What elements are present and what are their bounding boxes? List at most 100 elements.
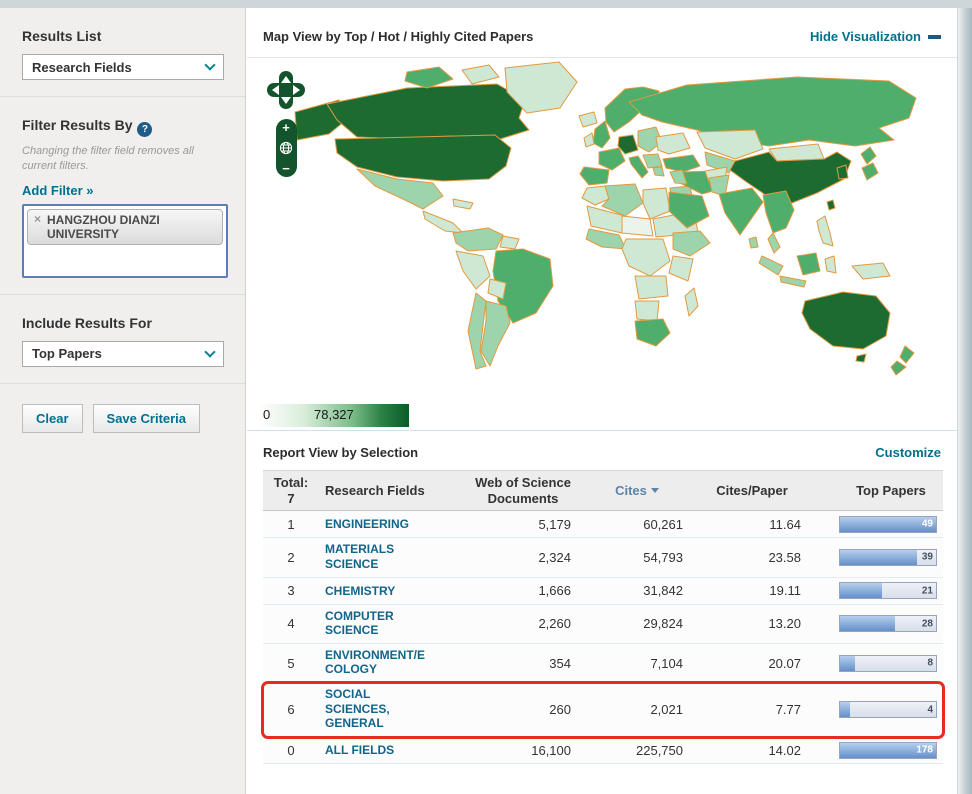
- hide-visualization-link[interactable]: Hide Visualization: [810, 29, 941, 44]
- window-top-strip: [0, 0, 972, 8]
- results-list-selected-value: Research Fields: [32, 60, 132, 75]
- table-row: 0 ALL FIELDS 16,100 225,750 14.02 178: [263, 737, 943, 764]
- field-cell: ENVIRONMENT/ECOLOGY: [319, 648, 465, 678]
- rank-cell: 1: [263, 517, 319, 532]
- table-row-highlighted: 6 SOCIAL SCIENCES, GENERAL 260 2,021 7.7…: [263, 683, 943, 737]
- filter-chip[interactable]: × HANGZHOU DIANZI UNIVERSITY: [27, 209, 223, 245]
- bar-fill: [840, 616, 895, 631]
- cites-per-paper-cell: 11.64: [693, 517, 811, 532]
- filter-chip-label: HANGZHOU DIANZI UNIVERSITY: [47, 213, 216, 241]
- bar-fill: [840, 702, 850, 717]
- top-papers-bar: 49: [839, 516, 937, 533]
- top-papers-bar: 28: [839, 615, 937, 632]
- top-papers-bar: 39: [839, 549, 937, 566]
- research-field-link[interactable]: SOCIAL SCIENCES, GENERAL: [325, 687, 427, 730]
- wos-documents-cell: 1,666: [465, 583, 581, 598]
- rank-cell: 6: [263, 702, 319, 717]
- map-controls: + −: [267, 70, 305, 177]
- cites-per-paper-cell: 23.58: [693, 550, 811, 565]
- cites-per-paper-cell: 20.07: [693, 656, 811, 671]
- legend-max-value: 78,327: [314, 407, 354, 422]
- table-row: 1 ENGINEERING 5,179 60,261 11.64 49: [263, 511, 943, 538]
- map-title: Map View by Top / Hot / Highly Cited Pap…: [263, 29, 533, 44]
- report-title: Report View by Selection: [263, 445, 418, 460]
- field-cell: ENGINEERING: [319, 515, 465, 533]
- report-table: Total: 7 Research Fields Web of Science …: [263, 470, 943, 764]
- research-field-link[interactable]: ENGINEERING: [325, 517, 409, 531]
- research-field-link[interactable]: CHEMISTRY: [325, 584, 395, 598]
- table-header-row: Total: 7 Research Fields Web of Science …: [263, 470, 943, 511]
- results-list-section: Results List Research Fields: [0, 8, 245, 96]
- report-header: Report View by Selection Customize: [247, 431, 957, 470]
- top-papers-value: 49: [922, 519, 933, 530]
- column-header-research-fields: Research Fields: [319, 479, 465, 503]
- top-papers-value: 21: [922, 585, 933, 596]
- top-papers-value: 178: [916, 745, 933, 756]
- include-results-title: Include Results For: [22, 315, 225, 331]
- top-papers-value: 4: [927, 704, 933, 715]
- zoom-out-button[interactable]: −: [282, 162, 290, 175]
- research-field-link[interactable]: MATERIALS SCIENCE: [325, 542, 427, 571]
- globe-icon[interactable]: [279, 141, 293, 155]
- top-papers-cell: 21: [839, 582, 943, 599]
- zoom-in-button[interactable]: +: [282, 121, 290, 134]
- spacer: [811, 487, 839, 495]
- top-papers-value: 28: [922, 618, 933, 629]
- sidebar-actions: Clear Save Criteria: [0, 384, 245, 433]
- total-label: Total:: [265, 475, 317, 491]
- customize-link[interactable]: Customize: [875, 445, 941, 460]
- help-icon[interactable]: ?: [137, 122, 152, 137]
- add-filter-link[interactable]: Add Filter »: [22, 183, 94, 198]
- research-field-link[interactable]: COMPUTER SCIENCE: [325, 609, 427, 638]
- cites-per-paper-cell: 19.11: [693, 583, 811, 598]
- cites-cell: 7,104: [581, 656, 693, 671]
- active-filters-box: × HANGZHOU DIANZI UNIVERSITY: [22, 204, 228, 278]
- field-cell: CHEMISTRY: [319, 582, 465, 600]
- results-list-dropdown[interactable]: Research Fields: [22, 54, 224, 80]
- table-row: 3 CHEMISTRY 1,666 31,842 19.11 21: [263, 578, 943, 605]
- top-papers-cell: 39: [839, 549, 943, 566]
- include-results-dropdown[interactable]: Top Papers: [22, 341, 224, 367]
- top-papers-cell: 178: [839, 742, 943, 759]
- top-papers-cell: 28: [839, 615, 943, 632]
- top-papers-bar: 178: [839, 742, 937, 759]
- zoom-control: + −: [276, 119, 297, 177]
- top-papers-bar: 21: [839, 582, 937, 599]
- filter-note: Changing the filter field removes all cu…: [22, 144, 222, 174]
- wos-documents-cell: 2,324: [465, 550, 581, 565]
- top-papers-cell: 4: [839, 701, 943, 718]
- column-header-cites-sort[interactable]: Cites: [581, 479, 693, 503]
- field-cell: SOCIAL SCIENCES, GENERAL: [319, 687, 465, 732]
- results-list-title: Results List: [22, 28, 225, 44]
- top-papers-cell: 49: [839, 516, 943, 533]
- total-count: 7: [265, 491, 317, 507]
- pan-control-icon[interactable]: [267, 70, 305, 110]
- sort-desc-icon: [651, 488, 659, 493]
- cites-cell: 54,793: [581, 550, 693, 565]
- save-criteria-button[interactable]: Save Criteria: [93, 404, 201, 433]
- cites-per-paper-cell: 14.02: [693, 743, 811, 758]
- field-cell: MATERIALS SCIENCE: [319, 542, 465, 572]
- top-papers-value: 39: [922, 552, 933, 563]
- research-field-link[interactable]: ALL FIELDS: [325, 743, 394, 757]
- research-field-link[interactable]: ENVIRONMENT/ECOLOGY: [325, 648, 427, 677]
- cites-cell: 2,021: [581, 702, 693, 717]
- wos-documents-cell: 5,179: [465, 517, 581, 532]
- rank-cell: 3: [263, 583, 319, 598]
- filter-sidebar: Results List Research Fields Filter Resu…: [0, 8, 246, 794]
- column-header-total: Total: 7: [263, 471, 319, 510]
- world-map[interactable]: [257, 60, 947, 390]
- map-visualization: + − 0 78,327: [247, 58, 957, 430]
- filter-results-title-text: Filter Results By: [22, 117, 132, 133]
- cites-per-paper-cell: 13.20: [693, 616, 811, 631]
- scrollbar-track[interactable]: [957, 8, 972, 794]
- wos-documents-cell: 16,100: [465, 743, 581, 758]
- field-cell: ALL FIELDS: [319, 741, 465, 759]
- rank-cell: 5: [263, 656, 319, 671]
- clear-button[interactable]: Clear: [22, 404, 83, 433]
- chevron-down-icon: [204, 346, 215, 357]
- cites-cell: 60,261: [581, 517, 693, 532]
- cites-label: Cites: [615, 483, 647, 498]
- legend-gradient: 0 78,327: [259, 404, 409, 427]
- remove-filter-icon[interactable]: ×: [34, 213, 41, 227]
